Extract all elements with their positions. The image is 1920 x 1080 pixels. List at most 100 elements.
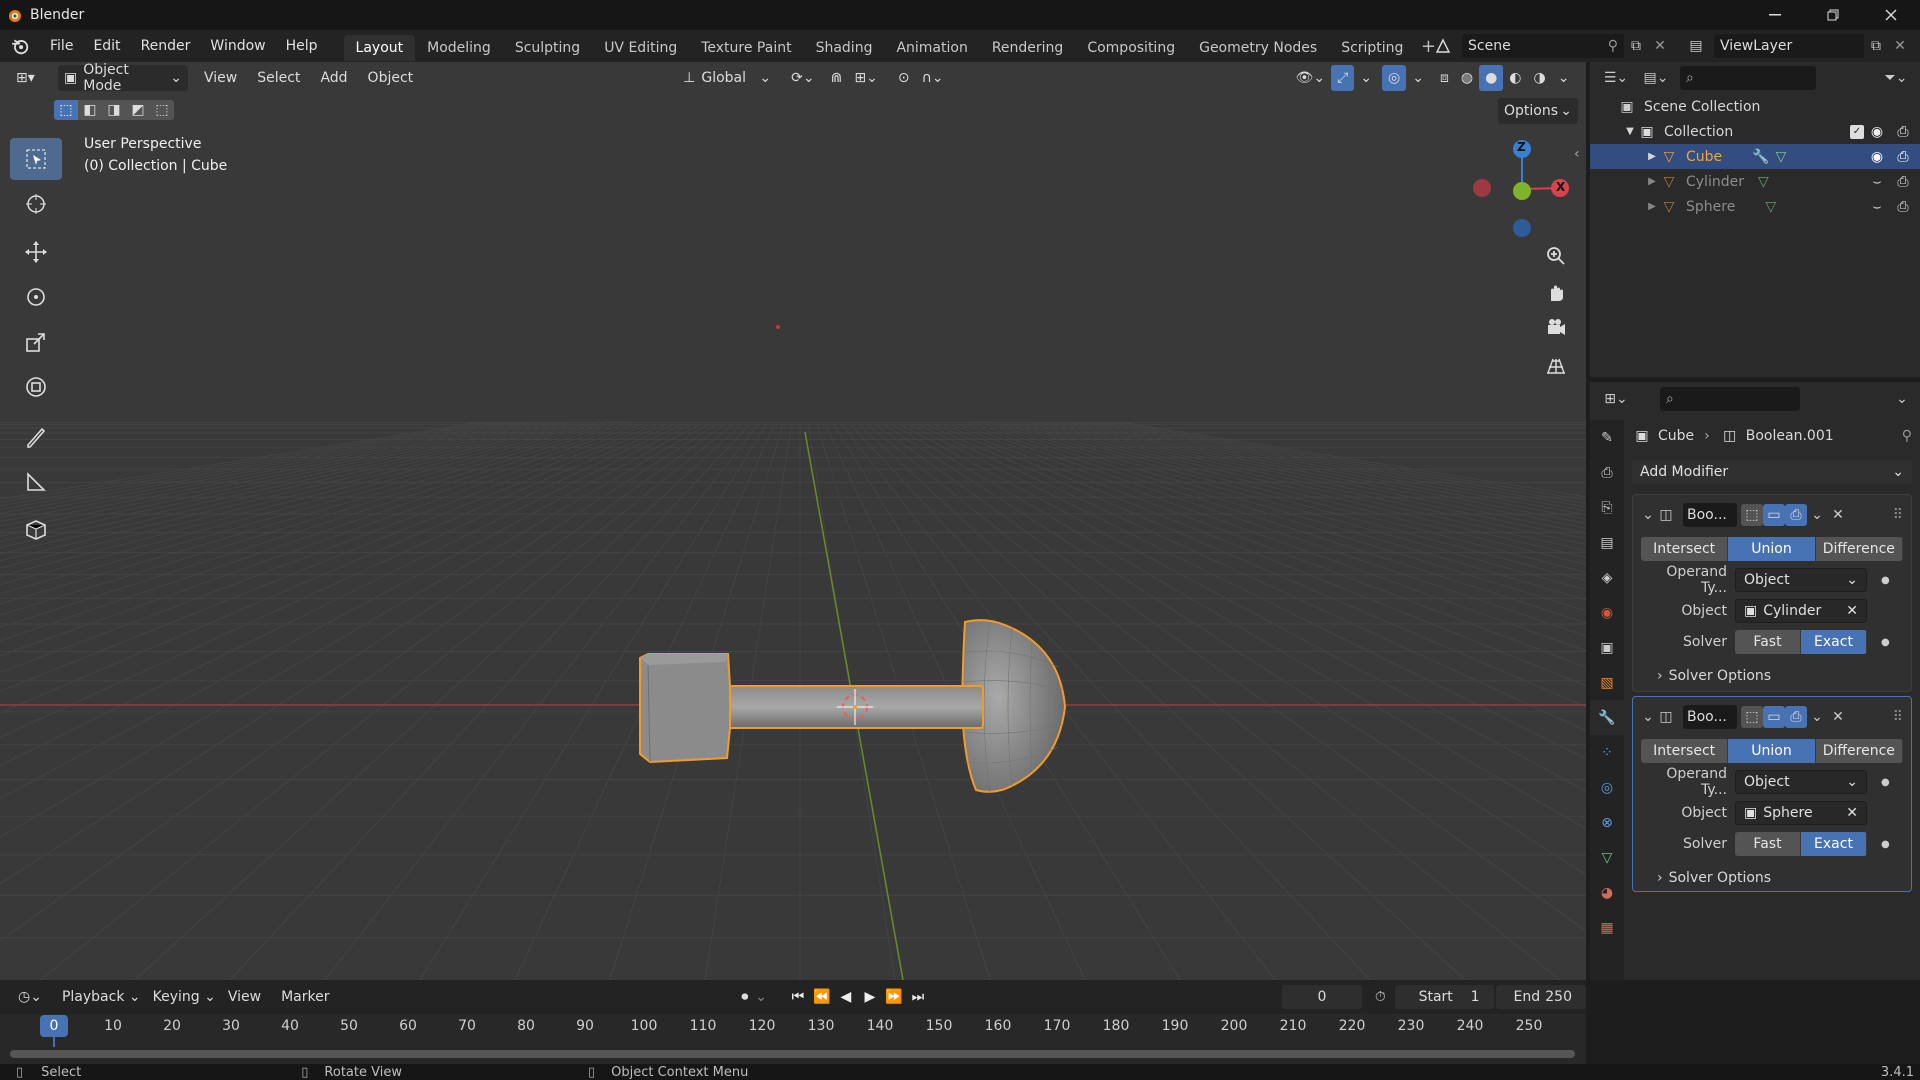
drag-handle-icon[interactable]: ⠿ (1893, 507, 1903, 523)
expand-icon[interactable]: ▶ (1646, 176, 1658, 187)
tab-shading[interactable]: Shading (804, 35, 885, 61)
modifier-tab-icon[interactable]: 🔧 (1590, 700, 1624, 735)
eye-closed-icon[interactable]: ⌣ (1864, 199, 1890, 215)
op-difference-button[interactable]: Difference (1815, 739, 1903, 763)
scene-selector-icon[interactable] (1426, 34, 1462, 58)
current-frame-field[interactable]: 0 (1281, 985, 1363, 1009)
solver-exact-button[interactable]: Exact (1801, 630, 1867, 654)
pan-hand-icon[interactable] (1537, 274, 1575, 310)
timeline-editor-icon[interactable]: ◷⌄ (12, 984, 48, 1010)
chevron-down-icon[interactable]: ⌄ (1890, 391, 1914, 407)
scene-name-field[interactable]: Scene ⚲ (1462, 34, 1624, 58)
keyframe-dot-icon[interactable]: ● (1881, 777, 1890, 788)
scale-tool[interactable] (10, 321, 62, 363)
clear-icon[interactable]: ✕ (1846, 603, 1858, 619)
play-icon[interactable]: ▶ (858, 989, 882, 1005)
render-toggle-icon[interactable]: ⎙ (1785, 706, 1807, 728)
outliner-item-cube[interactable]: ▶ ▽ Cube 🔧 ▽ ◉ ⎙ (1590, 144, 1920, 169)
remove-modifier-icon[interactable]: ✕ (1827, 709, 1849, 725)
cursor-tool[interactable] (10, 183, 62, 225)
new-scene-icon[interactable]: ⧉ (1624, 34, 1648, 58)
zoom-icon[interactable] (1537, 238, 1575, 274)
camera-icon[interactable]: ⎙ (1890, 174, 1916, 190)
viewport-toggle-icon[interactable]: ▭ (1763, 504, 1785, 526)
camera-icon[interactable]: ⎙ (1890, 149, 1916, 165)
op-union-button[interactable]: Union (1728, 537, 1816, 561)
properties-search-input[interactable]: ⌕ (1660, 387, 1800, 411)
wireframe-shading-icon[interactable]: ◍ (1455, 65, 1479, 91)
collapse-icon[interactable]: ⌄ (1641, 709, 1655, 725)
sidebar-toggle-icon[interactable]: ‹ (1574, 146, 1580, 162)
tab-sculpting[interactable]: Sculpting (503, 35, 592, 61)
object-picker[interactable]: ▣ Cylinder ✕ (1735, 599, 1867, 623)
annotate-tool[interactable] (10, 416, 62, 458)
restore-icon[interactable] (1804, 0, 1862, 30)
physics-tab-icon[interactable]: ◎ (1590, 770, 1624, 805)
camera-icon[interactable]: ⎙ (1890, 199, 1916, 215)
collapse-icon[interactable]: ⌄ (1641, 507, 1655, 523)
output-tab-icon[interactable]: ⎘ (1590, 490, 1624, 525)
options-dropdown[interactable]: Options ⌄ (1498, 98, 1578, 124)
pivot-icon[interactable]: ⟳⌄ (785, 65, 820, 91)
measure-tool[interactable] (10, 461, 62, 503)
select-new-icon[interactable]: ⬚ (54, 100, 78, 120)
select-extend-icon[interactable]: ◧ (78, 100, 102, 120)
transform-tool[interactable] (10, 366, 62, 408)
prev-keyframe-icon[interactable]: ⏪ (810, 989, 834, 1005)
boolean-mesh[interactable] (639, 619, 1067, 793)
pin-icon[interactable]: ⚲ (1902, 428, 1912, 444)
menu-select[interactable]: Select (251, 65, 306, 91)
tool-tab-icon[interactable]: ✎ (1590, 420, 1624, 455)
op-intersect-button[interactable]: Intersect (1641, 537, 1729, 561)
particles-tab-icon[interactable]: ⁘ (1590, 735, 1624, 770)
start-frame-field[interactable]: Start 1 (1394, 985, 1494, 1009)
snap-target-icon[interactable]: ⊞⌄ (848, 65, 883, 91)
expand-icon[interactable]: ▶ (1646, 201, 1658, 212)
delete-view-layer-icon[interactable]: ✕ (1888, 34, 1912, 58)
timeline-view-menu[interactable]: View (222, 984, 267, 1010)
proportional-edit-icon[interactable]: ⊙ (892, 65, 916, 91)
object-tab-icon[interactable]: ▧ (1590, 665, 1624, 700)
tab-layout[interactable]: Layout (343, 34, 416, 61)
marker-menu[interactable]: Marker (275, 984, 335, 1010)
record-icon[interactable]: ⏺ (735, 986, 754, 1008)
playback-menu[interactable]: Playback ⌄ (56, 984, 147, 1010)
menu-add[interactable]: Add (314, 65, 353, 91)
include-checkbox-icon[interactable]: ✓ (1850, 124, 1864, 139)
outliner-search-input[interactable]: ⌕ (1680, 66, 1816, 90)
op-difference-button[interactable]: Difference (1815, 537, 1903, 561)
material-shading-icon[interactable]: ◐ (1503, 65, 1527, 91)
data-tab-icon[interactable]: ▽ (1590, 840, 1624, 875)
play-reverse-icon[interactable]: ◀ (834, 989, 858, 1005)
remove-modifier-icon[interactable]: ✕ (1827, 507, 1849, 523)
mode-dropdown[interactable]: ▣ Object Mode ⌄ (58, 62, 188, 94)
menu-window[interactable]: Window (200, 30, 275, 62)
move-tool[interactable] (10, 231, 62, 273)
gizmo-dropdown-icon[interactable]: ⌄ (1354, 65, 1378, 91)
falloff-icon[interactable]: ∩⌄ (916, 65, 950, 91)
timeline-scrollbar[interactable] (10, 1050, 1575, 1058)
close-window-icon[interactable] (1862, 0, 1920, 30)
op-union-button[interactable]: Union (1728, 739, 1816, 763)
menu-help[interactable]: Help (276, 30, 328, 62)
outliner-item-cylinder[interactable]: ▶ ▽ Cylinder ▽ ⌣ ⎙ (1590, 169, 1920, 194)
tab-scripting[interactable]: Scripting (1329, 35, 1415, 61)
next-keyframe-icon[interactable]: ⏩ (882, 989, 906, 1005)
edit-mode-toggle-icon[interactable]: ⬚ (1741, 504, 1763, 526)
xray-icon[interactable]: ⧈ (1434, 65, 1455, 91)
new-view-layer-icon[interactable]: ⧉ (1864, 34, 1888, 58)
overlay-toggle-icon[interactable]: ◎ (1382, 65, 1407, 91)
expand-icon[interactable]: ▶ (1646, 151, 1658, 162)
jump-end-icon[interactable]: ⏭ (906, 989, 930, 1005)
add-modifier-dropdown[interactable]: Add Modifier ⌄ (1632, 460, 1912, 484)
perspective-toggle-icon[interactable] (1537, 346, 1575, 382)
keying-menu[interactable]: Keying ⌄ (147, 984, 222, 1010)
scrollbar-thumb[interactable] (10, 1050, 1575, 1058)
solver-fast-button[interactable]: Fast (1735, 832, 1801, 856)
edit-mode-toggle-icon[interactable]: ⬚ (1741, 706, 1763, 728)
select-box-tool[interactable] (10, 138, 62, 180)
constraints-tab-icon[interactable]: ⊗ (1590, 805, 1624, 840)
tab-rendering[interactable]: Rendering (980, 35, 1076, 61)
modifier-name-input[interactable]: Boo... (1683, 503, 1737, 527)
operand-type-dropdown[interactable]: Object ⌄ (1735, 568, 1867, 592)
